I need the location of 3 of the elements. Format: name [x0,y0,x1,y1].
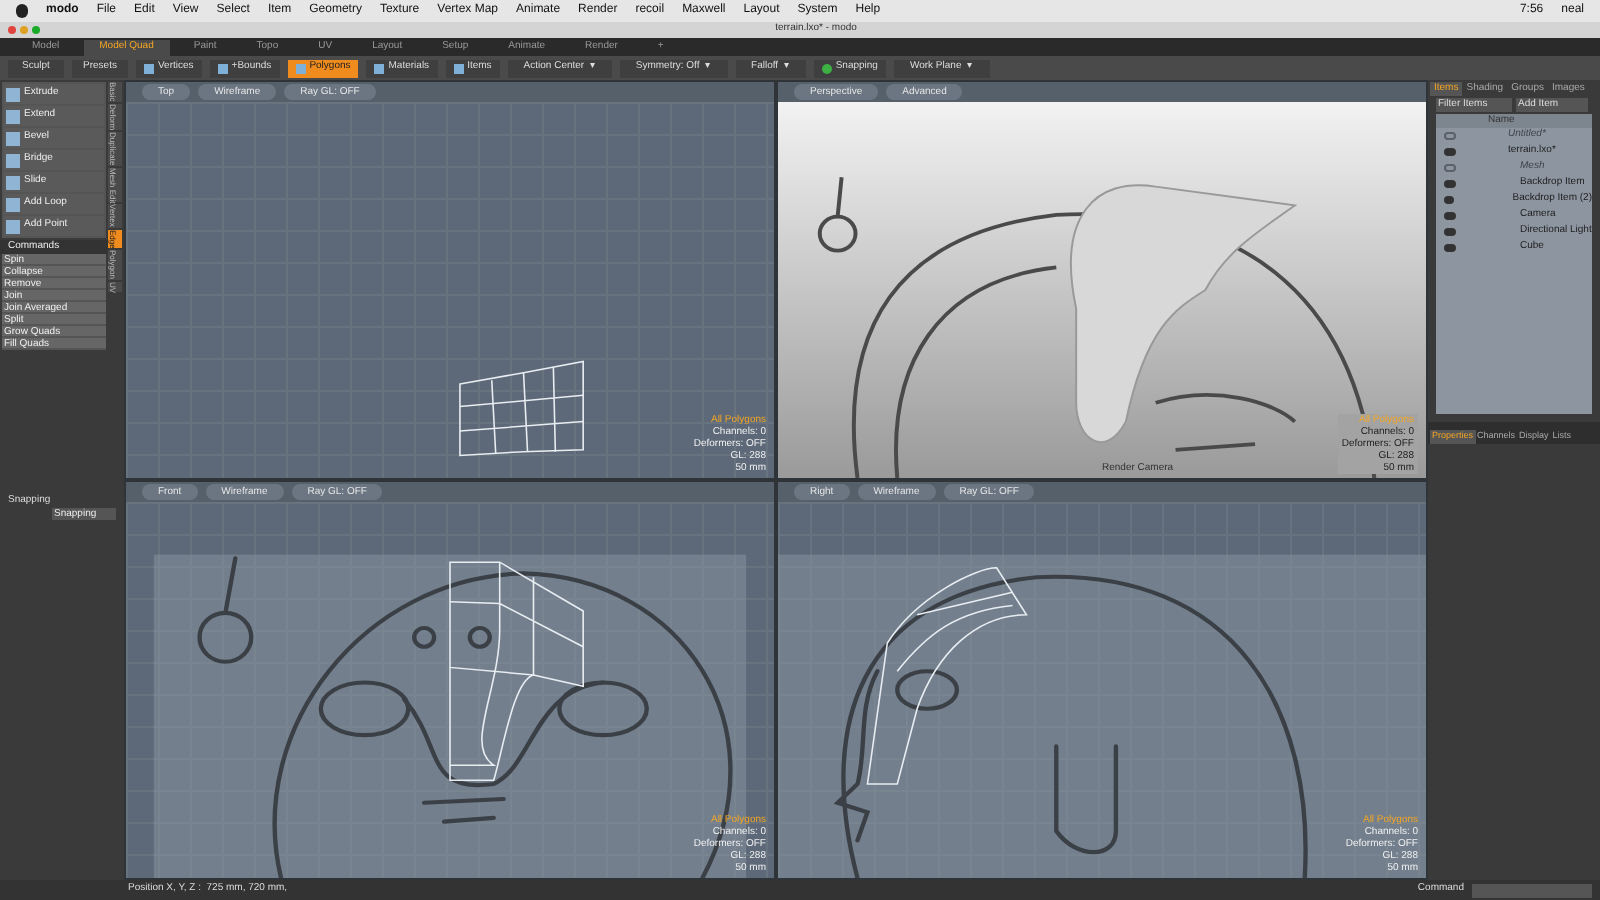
close-icon[interactable] [8,26,16,34]
wireframe-mesh [459,360,584,457]
command-field[interactable] [1472,883,1592,897]
